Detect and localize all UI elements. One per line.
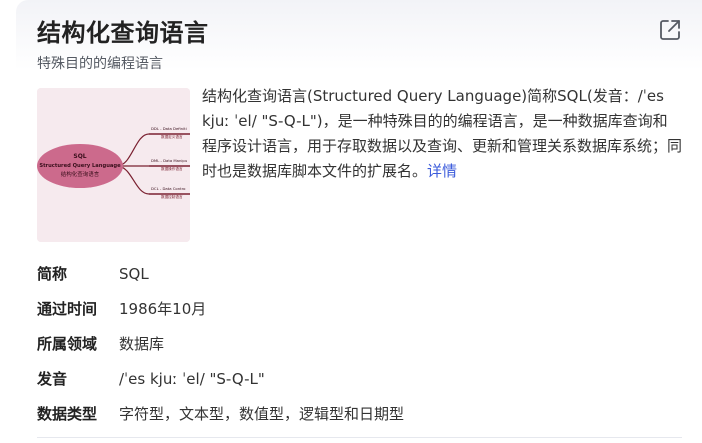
mindmap-center-line3: 结构化查询语言 bbox=[61, 170, 100, 178]
mindmap-branch-dcl-sub: 数据控制语言 bbox=[161, 194, 183, 199]
info-value: 1986年10月 bbox=[119, 300, 207, 318]
info-value: 字符型，文本型，数值型，逻辑型和日期型 bbox=[119, 405, 405, 423]
info-key: 数据类型 bbox=[37, 405, 98, 423]
mindmap-branch-ddl: DDL - Data Definiti bbox=[151, 126, 187, 131]
info-value: /ˈes kjuː ˈel/ "S-Q-L" bbox=[119, 370, 265, 388]
info-value: SQL bbox=[119, 265, 149, 283]
info-key: 所属领域 bbox=[37, 335, 98, 353]
mindmap-branch-dml-sub: 数据操作语言 bbox=[161, 166, 183, 171]
info-key: 通过时间 bbox=[37, 300, 98, 318]
external-link-icon[interactable] bbox=[658, 18, 682, 42]
mindmap-branch-dcl: DCL - Data Contro bbox=[151, 186, 186, 191]
card-subtitle: 特殊目的的编程语言 bbox=[37, 56, 163, 72]
description: 结构化查询语言(Structured Query Language)简称SQL(… bbox=[202, 84, 682, 184]
divider bbox=[37, 437, 682, 438]
info-key: 简称 bbox=[37, 265, 68, 283]
mindmap-thumbnail[interactable]: SQL Structured Query Language 结构化查询语言 DD… bbox=[37, 88, 190, 242]
mindmap-center-line2: Structured Query Language bbox=[39, 163, 121, 169]
mindmap-branch-dml: DML - Data Manipu bbox=[151, 158, 188, 163]
info-value: 数据库 bbox=[119, 335, 165, 353]
details-link[interactable]: 详情 bbox=[427, 162, 457, 180]
mindmap-branch-ddl-sub: 数据定义语言 bbox=[161, 134, 183, 139]
info-key: 发音 bbox=[37, 370, 68, 388]
card-title: 结构化查询语言 bbox=[37, 19, 209, 47]
mindmap-center-line1: SQL bbox=[73, 153, 86, 160]
